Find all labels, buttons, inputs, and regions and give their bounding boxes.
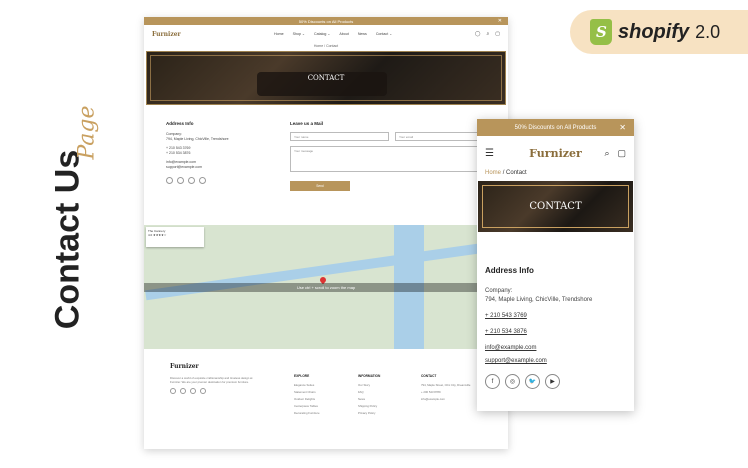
mobile-hero-banner: CONTACT (478, 181, 633, 232)
nav-news[interactable]: News (358, 32, 367, 36)
phone-link-2[interactable]: + 210 534 3876 (485, 328, 626, 337)
announcement-bar: 50% Discounts on All Products ✕ (144, 17, 508, 25)
contact-section: Address Info Company: 794, Maple Living,… (144, 105, 508, 225)
twitter-icon[interactable] (188, 176, 195, 184)
breadcrumb-separator: / (502, 170, 505, 176)
nav-catalog[interactable]: Catalog ⌄ (314, 32, 330, 36)
facebook-icon[interactable] (170, 388, 176, 394)
footer-col-contact: CONTACT 794, Maple Street, Chic City, Dr… (421, 373, 481, 403)
hero-banner: CONTACT (146, 51, 506, 105)
youtube-icon[interactable]: ▶ (545, 374, 560, 389)
breadcrumb-current: Contact (506, 170, 527, 176)
nav-contact[interactable]: Contact ⌄ (376, 32, 392, 36)
mobile-preview: 50% Discounts on All Products ✕ ☰ Furniz… (477, 119, 634, 411)
company-address: 794, Maple Living, ChicVille, Trendshore (485, 297, 593, 303)
search-icon[interactable]: ⌕ (604, 148, 609, 159)
site-logo[interactable]: Furnizer (152, 31, 181, 38)
footer-contact-email[interactable]: info@example.com (421, 396, 481, 403)
footer-description: Discover a world of exquisite craftsmans… (170, 376, 253, 384)
shopify-bag-icon (590, 19, 612, 45)
breadcrumb: Home / Contact (313, 44, 339, 48)
mobile-header: ☰ Furnizer ⌕ ▢ (477, 136, 634, 170)
site-header: Furnizer Home Shop ⌄ Catalog ⌄ About New… (144, 25, 508, 43)
facebook-icon[interactable] (166, 176, 173, 184)
site-footer: Furnizer Discover a world of exquisite c… (144, 349, 508, 449)
map-zoom-notice: Use ctrl + scroll to zoom the map (144, 283, 508, 292)
footer-col-information: INFORMATION Our Story FAQ News Shipping … (358, 373, 380, 417)
instagram-icon[interactable] (180, 388, 186, 394)
cart-icon[interactable]: ▢ (617, 148, 626, 159)
email-link-1[interactable]: info@example.com (485, 344, 626, 353)
shopify-version: 2.0 (695, 21, 721, 42)
email-link-2[interactable]: support@example.com (166, 165, 229, 171)
facebook-icon[interactable]: f (485, 374, 500, 389)
footer-link[interactable]: Our Story (358, 382, 380, 389)
mobile-header-icons: ⌕ ▢ (604, 148, 626, 159)
mobile-social-links: f ◎ 🐦 ▶ (477, 366, 634, 397)
footer-col-title: CONTACT (421, 374, 437, 378)
footer-col-explore: EXPLORE Elegance Suites Statement Chairs… (294, 373, 320, 417)
contact-us-title: Contact Us (48, 149, 87, 330)
address-info: Address Info Company: 794, Maple Living,… (166, 121, 229, 184)
footer-link[interactable]: Elegance Suites (294, 382, 320, 389)
youtube-icon[interactable] (199, 176, 206, 184)
map-place-card[interactable]: The Cannery 4.0 ★★★★☆ (146, 227, 204, 247)
instagram-icon[interactable]: ◎ (505, 374, 520, 389)
map-embed[interactable]: The Cannery 4.0 ★★★★☆ Use ctrl + scroll … (144, 225, 508, 349)
footer-logo: Furnizer (170, 363, 199, 370)
page-script-title: Page (74, 105, 100, 160)
phone-link-1[interactable]: + 210 543 3769 (485, 312, 626, 321)
name-input[interactable]: Your name (290, 132, 389, 141)
footer-link[interactable]: Privacy Policy (358, 410, 380, 417)
footer-link[interactable]: Centerpiece Tables (294, 403, 320, 410)
close-icon[interactable]: ✕ (619, 123, 626, 132)
footer-col-title: EXPLORE (294, 374, 310, 378)
announcement-text: 50% Discounts on All Products (298, 18, 354, 24)
main-nav: Home Shop ⌄ Catalog ⌄ About News Contact… (274, 32, 392, 36)
twitter-icon[interactable] (190, 388, 196, 394)
twitter-icon[interactable]: 🐦 (525, 374, 540, 389)
instagram-icon[interactable] (177, 176, 184, 184)
shopify-badge: shopify 2.0 (570, 10, 748, 54)
nav-home[interactable]: Home (274, 32, 284, 36)
announcement-text: 50% Discounts on All Products (514, 124, 597, 131)
form-heading: Leave us a Mail (290, 121, 324, 126)
footer-contact-phone[interactable]: + 200 543 8789 (421, 389, 481, 396)
mobile-announcement-bar: 50% Discounts on All Products ✕ (477, 119, 634, 136)
map-card-rating: 4.0 ★★★★☆ (148, 233, 167, 237)
social-links (166, 176, 229, 184)
close-icon[interactable]: ✕ (498, 18, 502, 24)
footer-col-title: INFORMATION (358, 374, 381, 378)
header-icons: ◯ ⌕ ▢ (475, 31, 500, 37)
footer-link[interactable]: News (358, 396, 380, 403)
footer-link[interactable]: Shipping Policy (358, 403, 380, 410)
mobile-hero-title: CONTACT (529, 201, 582, 212)
cart-icon[interactable]: ▢ (495, 31, 500, 37)
mobile-breadcrumb: Home / Contact (477, 170, 634, 180)
mobile-address-info: Address Info Company: 794, Maple Living,… (477, 232, 634, 366)
address-heading: Address Info (485, 266, 534, 275)
message-textarea[interactable]: Your message (290, 146, 494, 172)
desktop-preview: 50% Discounts on All Products ✕ Furnizer… (144, 17, 508, 449)
nav-shop[interactable]: Shop ⌄ (293, 32, 305, 36)
footer-link[interactable]: FAQ (358, 389, 380, 396)
company-label: Company: (485, 288, 513, 294)
shopify-wordmark: shopify (618, 20, 690, 43)
footer-link[interactable]: Statement Chairs (294, 389, 320, 396)
youtube-icon[interactable] (200, 388, 206, 394)
address-heading: Address Info (166, 121, 194, 126)
side-title: Contact Us Page (18, 100, 128, 350)
send-button[interactable]: Send (290, 181, 350, 191)
contact-form: Leave us a Mail Your name Your email You… (290, 121, 494, 191)
search-icon[interactable]: ⌕ (486, 31, 489, 37)
nav-about[interactable]: About (339, 32, 348, 36)
hero-title: CONTACT (307, 74, 345, 82)
footer-link[interactable]: Decorating Furniture (294, 410, 320, 417)
footer-link[interactable]: Outdoor Delights (294, 396, 320, 403)
company-address: 794, Maple Living, ChicVille, Trendshore (166, 137, 229, 141)
email-link-2[interactable]: support@example.com (485, 357, 626, 366)
footer-contact-address: 794, Maple Street, Chic City, Dreamville (421, 383, 471, 387)
breadcrumb-home[interactable]: Home (485, 170, 501, 176)
user-icon[interactable]: ◯ (475, 31, 481, 37)
